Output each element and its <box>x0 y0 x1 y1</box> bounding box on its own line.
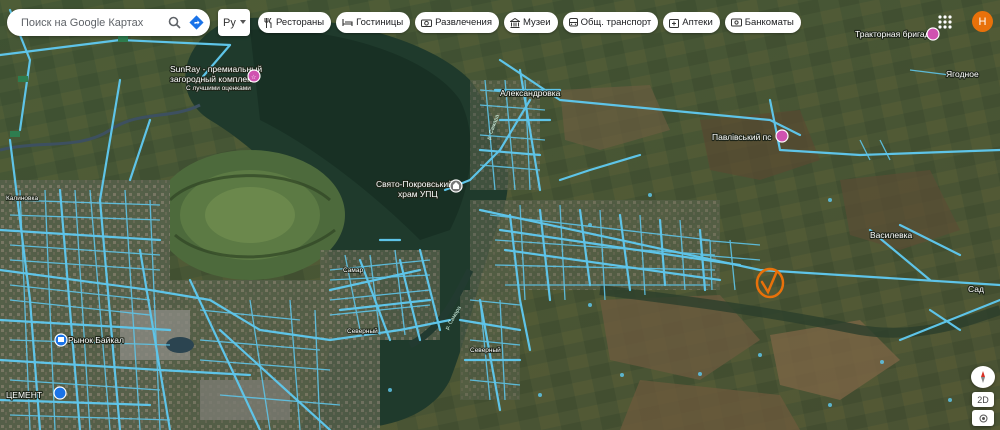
museum-icon <box>509 17 520 28</box>
chip-label: Общ. транспорт <box>580 17 652 28</box>
apps-grid-icon[interactable] <box>936 13 954 31</box>
place-rynok-baykal[interactable]: Рынок Байкал <box>67 334 125 346</box>
satellite-map[interactable]: Тракторная бригада Ягодное SunRay - прем… <box>0 0 1000 430</box>
place-kalinovka[interactable]: Калиновка <box>5 194 39 203</box>
place-aleksandrovka[interactable]: Александровка <box>499 87 562 99</box>
place-vasilevka[interactable]: Василевка <box>869 229 914 241</box>
chip-restaurants[interactable]: Рестораны <box>258 12 332 33</box>
poi-church-marker[interactable] <box>449 179 463 193</box>
place-yagodnoe[interactable]: Ягодное <box>945 68 980 80</box>
chip-label: Гостиницы <box>356 17 404 28</box>
chip-label: Аптеки <box>682 17 713 28</box>
place-severny[interactable]: Северный <box>346 326 379 336</box>
atm-icon <box>730 18 742 27</box>
transit-icon <box>568 17 578 26</box>
view-2d-button[interactable]: 2D <box>972 392 994 407</box>
chip-label: Музеи <box>522 17 551 28</box>
hotel-icon <box>342 19 353 26</box>
chip-label: Банкоматы <box>744 17 794 28</box>
place-sad[interactable]: Сад <box>967 283 985 295</box>
chip-transit[interactable]: Общ. транспорт <box>562 12 659 33</box>
poi-rynok-marker[interactable] <box>54 333 68 347</box>
chip-hotels[interactable]: Гостиницы <box>336 12 411 33</box>
search-icon[interactable] <box>163 12 185 34</box>
place-zmin[interactable]: ЦЕМЕНТ <box>5 389 43 401</box>
chip-museums[interactable]: Музеи <box>503 12 558 33</box>
svg-text:☆: ☆ <box>251 74 256 81</box>
place-church-line2[interactable]: храм УПЦ <box>397 188 440 200</box>
chip-label: Развлечения <box>435 17 492 28</box>
account-avatar[interactable]: Н <box>972 11 993 32</box>
place-severny-2[interactable]: Северный <box>469 345 502 355</box>
place-traktornaya-brigada[interactable]: Тракторная бригада <box>854 28 936 40</box>
camera-icon <box>421 19 433 27</box>
place-church-line1[interactable]: Свято-Покровський <box>375 178 454 190</box>
chip-label: Рестораны <box>276 17 325 28</box>
poi-pavlivskiy-marker[interactable] <box>775 129 789 143</box>
poi-sunray-marker[interactable]: ☆ <box>247 69 261 83</box>
directions-icon[interactable] <box>185 12 207 34</box>
pharmacy-icon <box>669 18 680 28</box>
category-chips: Рестораны Гостиницы Развлечения Музеи Об… <box>258 12 801 33</box>
place-pavlivskiy[interactable]: Павлівський пс <box>711 131 773 143</box>
place-sunray-line2[interactable]: загородный комплекс <box>169 73 257 85</box>
chip-pharmacies[interactable]: Аптеки <box>663 12 720 33</box>
my-location-icon[interactable] <box>972 410 994 426</box>
place-samar[interactable]: Самар <box>342 266 364 275</box>
place-sunray-note: С лучшими оценками <box>186 85 251 92</box>
compass-icon[interactable] <box>971 366 995 388</box>
search-input[interactable] <box>19 15 163 30</box>
chip-entertainment[interactable]: Развлечения <box>415 12 499 33</box>
restaurant-icon <box>264 17 272 28</box>
search-box[interactable] <box>7 9 210 36</box>
language-label: Ру <box>223 16 236 29</box>
poi-zmin-marker[interactable] <box>53 386 67 400</box>
chevron-down-icon <box>240 20 246 24</box>
language-selector[interactable]: Ру <box>218 9 250 36</box>
chip-atms[interactable]: Банкоматы <box>724 12 801 33</box>
